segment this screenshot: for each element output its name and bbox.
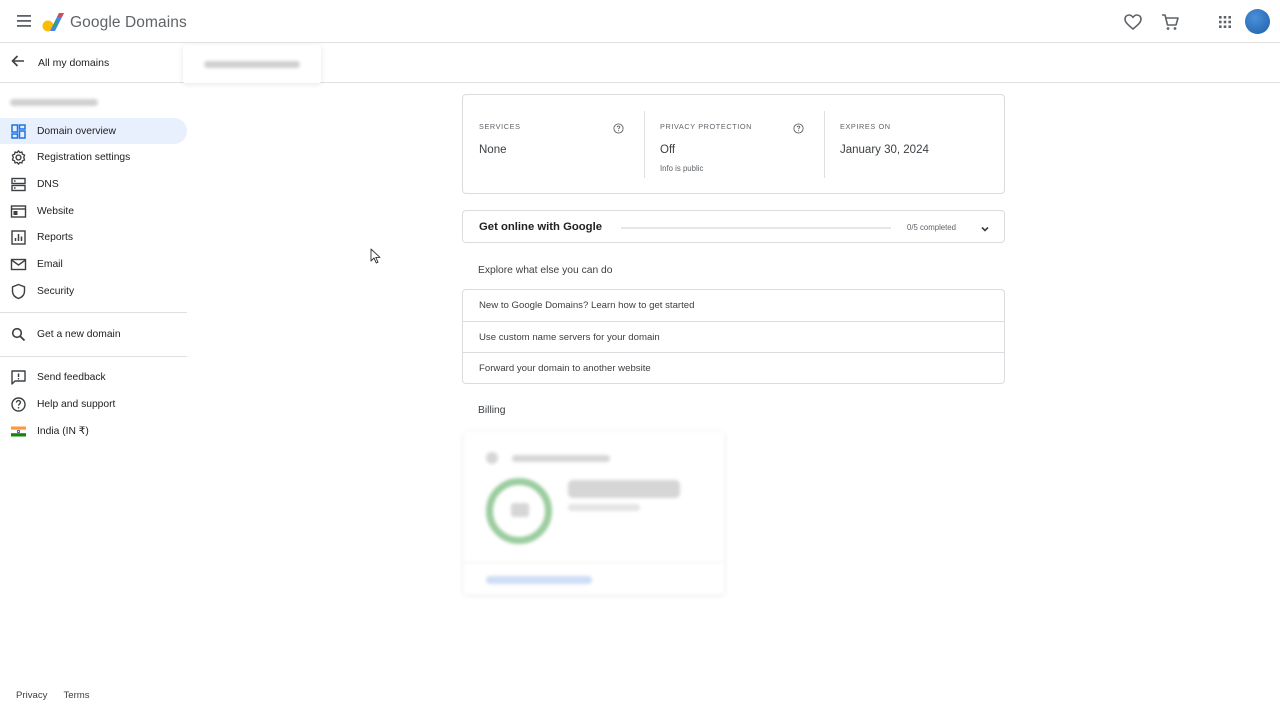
sidebar-item-label: Get a new domain [37,328,121,340]
privacy-value: Off [660,144,676,156]
sidebar-item-help-and-support[interactable]: Help and support [0,391,187,417]
sidebar-item-dns[interactable]: DNS [0,171,187,197]
sidebar-item-label: Email [37,258,63,270]
sidebar-item-reports[interactable]: Reports [0,224,187,250]
sidebar-item-label: Help and support [37,398,116,410]
help-circle-icon[interactable] [613,121,624,134]
redacted-domain-title [10,99,98,106]
apps-grid-icon[interactable] [1214,11,1236,33]
explore-heading: Explore what else you can do [478,265,613,276]
gear-icon [10,149,27,166]
sidebar-item-label: Domain overview [37,125,116,137]
sidebar-item-label: Reports [37,231,74,243]
sidebar-item-registration-settings[interactable]: Registration settings [0,144,187,170]
services-section: SERVICES None [463,111,643,179]
explore-list: New to Google Domains? Learn how to get … [462,289,1005,384]
sidebar-item-get-new-domain[interactable]: Get a new domain [0,321,187,347]
sidebar-item-email[interactable]: Email [0,251,187,277]
back-to-all-domains-link[interactable]: All my domains [10,53,109,73]
sidebar-item-label: India (IN ₹) [37,426,89,437]
top-app-bar: Google Domains [0,0,1280,43]
get-online-with-google-panel[interactable]: Get online with Google 0/5 completed [462,210,1005,243]
shield-icon [10,283,27,300]
arrow-back-icon [10,53,26,74]
website-icon [10,203,27,220]
sidebar-item-send-feedback[interactable]: Send feedback [0,364,187,390]
footer: Privacy Terms [16,690,90,701]
redacted-billing-link[interactable] [486,576,592,584]
billing-card-redacted [456,424,730,602]
privacy-subtext: Info is public [660,164,704,173]
terms-link[interactable]: Terms [63,690,89,701]
billing-divider [464,562,724,563]
redacted-domain-name [204,60,300,68]
sidebar-item-domain-overview[interactable]: Domain overview [0,118,187,144]
explore-item-forward-domain[interactable]: Forward your domain to another website [463,352,1004,383]
search-icon [10,326,27,343]
sidebar-item-website[interactable]: Website [0,198,187,224]
billing-heading: Billing [478,405,506,416]
india-flag-icon [10,423,27,440]
domain-summary-card: SERVICES None PRIVACY PROTECTION Off Inf… [462,94,1005,194]
account-dot-icon [486,452,498,464]
sidebar-divider [0,312,187,313]
redacted-price-note [568,504,640,511]
renewal-ring-icon [486,478,552,544]
sidebar-divider [0,356,187,357]
expires-value: January 30, 2024 [840,144,929,156]
redacted-billing-account [512,455,610,462]
privacy-link[interactable]: Privacy [16,690,47,701]
get-online-title: Get online with Google [479,221,603,233]
sub-header: All my domains [0,43,1280,83]
services-value: None [479,144,507,156]
sidebar-item-label: Send feedback [37,371,106,383]
sidebar-domain-title [10,99,98,106]
help-icon [10,396,27,413]
hamburger-menu-icon[interactable] [13,11,35,31]
sidebar-item-label: DNS [37,178,59,190]
heart-icon[interactable] [1122,11,1144,33]
feedback-icon [10,369,27,386]
expires-caption: EXPIRES ON [840,122,891,131]
dns-icon [10,176,27,193]
shopping-cart-icon[interactable] [1159,11,1181,33]
dashboard-icon [10,123,27,140]
email-icon [10,256,27,273]
get-online-progress-text: 0/5 completed [907,223,956,232]
expiration-section: EXPIRES ON January 30, 2024 [824,111,1004,179]
privacy-caption: PRIVACY PROTECTION [660,122,753,131]
explore-item-custom-name-servers[interactable]: Use custom name servers for your domain [463,321,1004,352]
google-domains-logo-icon [42,11,66,33]
sidebar-item-label: Security [37,285,75,297]
services-caption: SERVICES [479,122,521,131]
mouse-cursor-icon [370,248,381,264]
sidebar-item-label: Registration settings [37,151,131,163]
sidebar-item-country-currency[interactable]: India (IN ₹) [0,418,187,444]
redacted-price [568,480,680,498]
domain-name-chip[interactable] [183,45,321,83]
reports-icon [10,229,27,246]
sidebar-item-label: Website [37,205,75,217]
back-label: All my domains [38,57,110,69]
get-online-progress-bar [621,227,891,229]
explore-item-get-started[interactable]: New to Google Domains? Learn how to get … [463,290,1004,321]
app-brand[interactable]: Google Domains [70,14,187,32]
account-avatar[interactable] [1245,9,1270,34]
privacy-protection-section: PRIVACY PROTECTION Off Info is public [644,111,824,179]
chevron-down-icon[interactable] [978,222,992,236]
sidebar-item-security[interactable]: Security [0,278,187,304]
billing-card [464,432,724,594]
help-circle-icon[interactable] [793,121,804,134]
